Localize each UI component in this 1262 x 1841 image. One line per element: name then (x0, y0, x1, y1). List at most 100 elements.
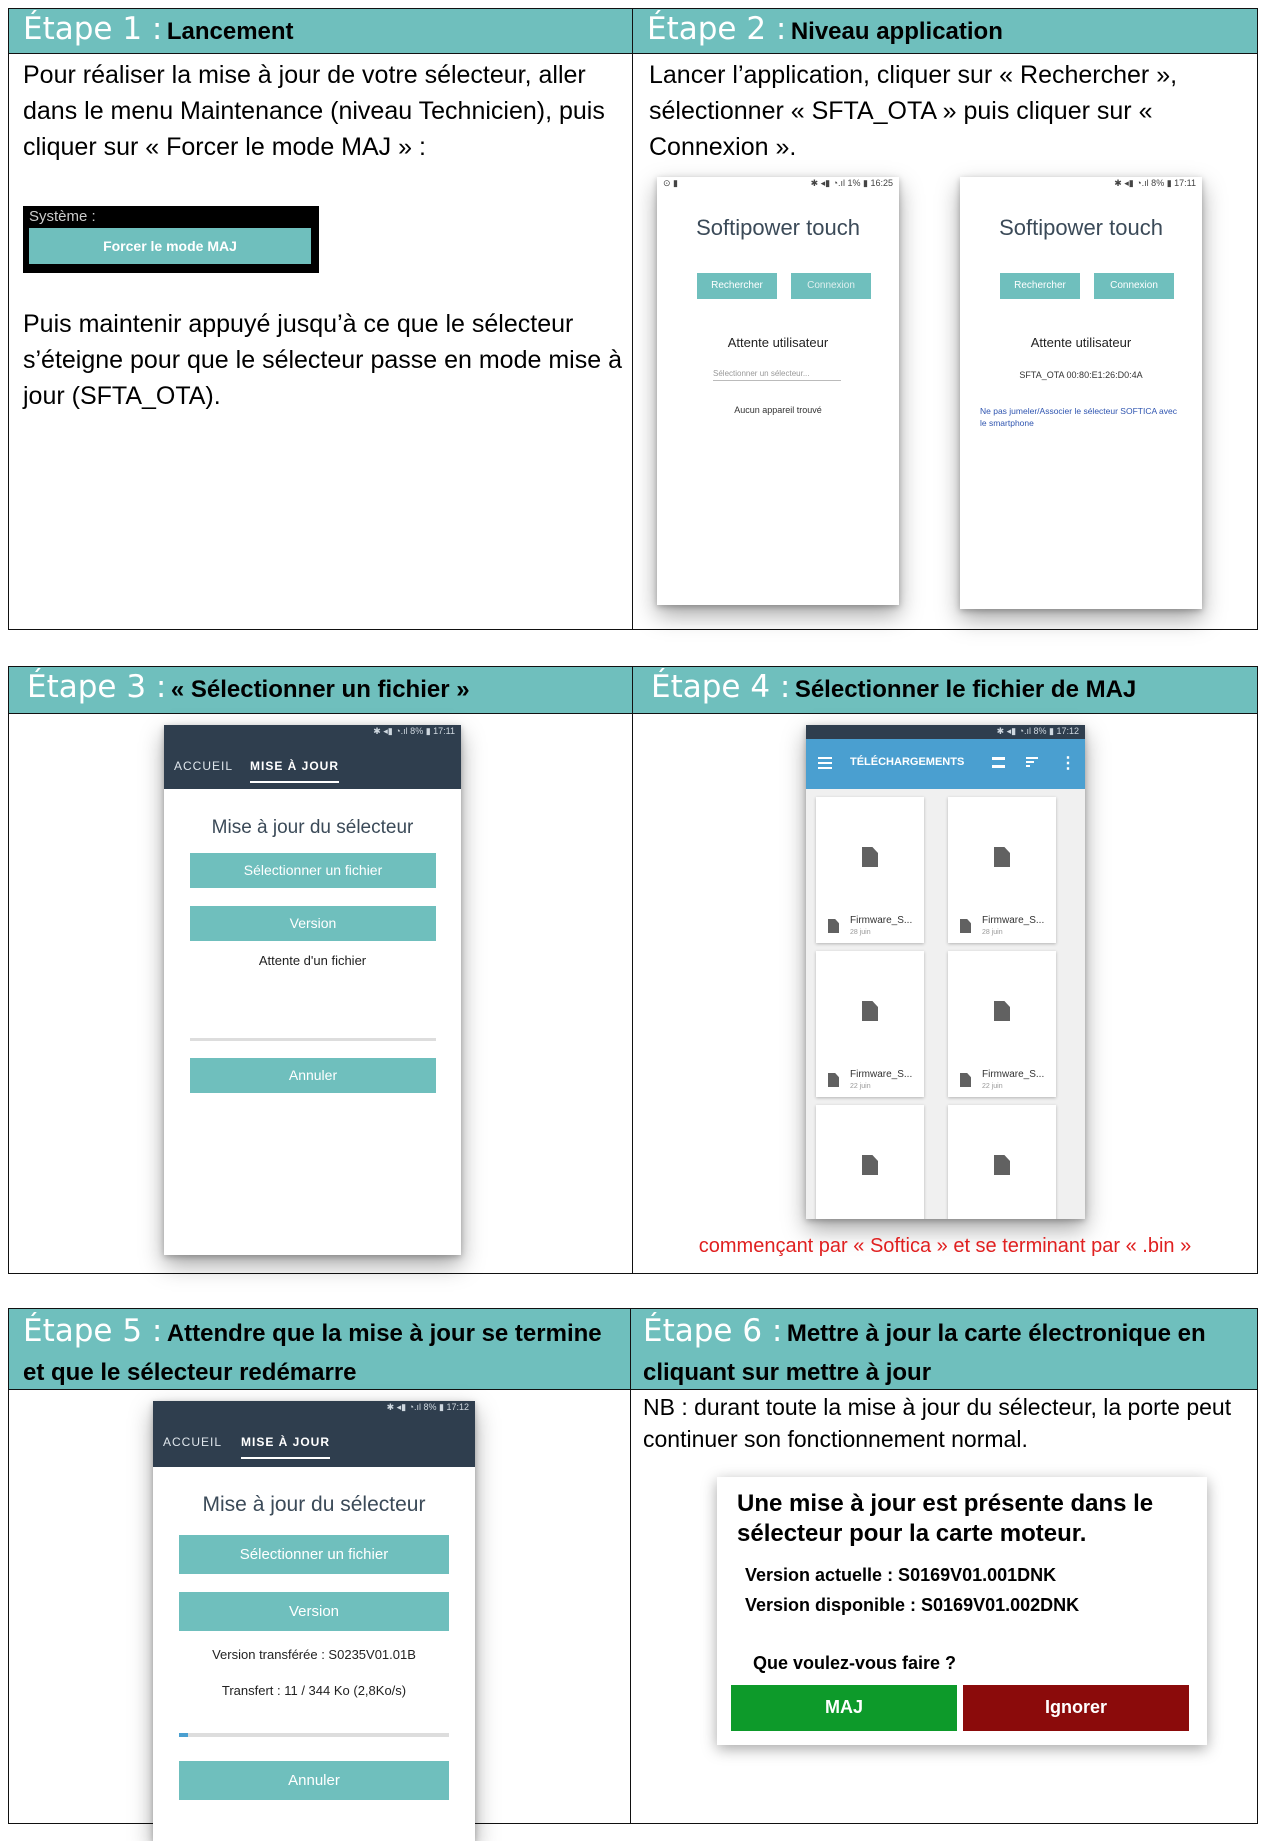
warning-message: Ne pas jumeler/Associer le sélecteur SOF… (980, 406, 1177, 428)
ignore-button[interactable]: Ignorer (963, 1685, 1189, 1731)
tab-update[interactable]: MISE À JOUR (250, 759, 340, 783)
status-bar: ✱ ◂▮ ◔.ıl 1% ▮ 16:25 (810, 178, 893, 188)
file-date: 28 juin (850, 929, 871, 936)
step-number: Étape 6 : (643, 1313, 783, 1349)
file-date: 22 juin (850, 1083, 871, 1090)
step-number: Étape 4 : (651, 669, 791, 705)
status-bar: ✱ ◂▮ ◔.ıl 8% ▮ 17:12 (386, 1402, 469, 1412)
cancel-button[interactable]: Annuler (179, 1761, 449, 1800)
sort-icon[interactable] (1026, 757, 1038, 768)
widget-label: Système : (29, 208, 96, 225)
file-name: Firmware_S... (982, 1069, 1045, 1080)
progress-fill (179, 1733, 188, 1737)
phone-screenshot-select: ✱ ◂▮ ◔.ıl 8% ▮ 17:11 Softipower touch Re… (960, 177, 1202, 609)
file-type-icon (960, 1073, 971, 1087)
step-table-2: Étape 3 : « Sélectionner un fichier » Ét… (8, 666, 1258, 1274)
step-title: Niveau application (790, 18, 1003, 45)
search-button[interactable]: Rechercher (697, 273, 777, 299)
downloads-toolbar: TÉLÉCHARGEMENTS ⋮ (806, 739, 1085, 789)
status-bar: ✱ ◂▮ ◔.ıl 8% ▮ 17:11 (1114, 178, 1196, 188)
version-button[interactable]: Version (190, 906, 436, 941)
transferred-version: Version transférée : S0235V01.01B (212, 1647, 416, 1662)
step-number: Étape 5 : (23, 1313, 163, 1349)
status-bar: ✱ ◂▮ ◔.ıl 8% ▮ 17:11 (373, 726, 455, 736)
file-icon (994, 1155, 1010, 1175)
search-button[interactable]: Rechercher (1000, 273, 1080, 299)
app-title: Softipower touch (696, 215, 860, 240)
app-title: Softipower touch (999, 215, 1163, 240)
device-select[interactable]: Sélectionner un sélecteur... (713, 369, 841, 381)
file-icon (862, 1155, 878, 1175)
step-title: Sélectionner le fichier de MAJ (794, 676, 1137, 703)
status-left-icons: ⊙ ▮ (663, 178, 678, 188)
phone-screenshot-search: ⊙ ▮ ✱ ◂▮ ◔.ıl 1% ▮ 16:25 Softipower touch… (657, 177, 899, 605)
screen-heading: Mise à jour du sélecteur (211, 817, 414, 838)
file-tile[interactable] (948, 1105, 1056, 1219)
instruction-text: Puis maintenir appuyé jusqu’à ce que le … (23, 310, 622, 410)
connect-button[interactable]: Connexion (791, 273, 871, 299)
tab-home[interactable]: ACCUEIL (163, 1435, 222, 1449)
step-number: Étape 2 : (647, 11, 787, 47)
file-icon (862, 847, 878, 867)
grid-view-icon[interactable] (992, 757, 1005, 768)
maj-button[interactable]: MAJ (731, 1685, 957, 1731)
file-icon (994, 1001, 1010, 1021)
file-type-icon (828, 1073, 839, 1087)
step-number: Étape 1 : (23, 11, 163, 47)
file-name: Firmware_S... (850, 1069, 913, 1080)
version-button[interactable]: Version (179, 1592, 449, 1631)
waiting-label: Attente utilisateur (727, 335, 829, 350)
progress-track (179, 1733, 449, 1737)
file-tile[interactable]: Firmware_S... 22 juin (816, 951, 924, 1097)
status-text: Attente d'un fichier (258, 953, 367, 968)
file-tile[interactable]: Firmware_S... 28 juin (948, 797, 1056, 943)
file-date: 22 juin (982, 1083, 1003, 1090)
system-widget: Système : Forcer le mode MAJ (23, 206, 319, 273)
current-version: Version actuelle : S0169V01.001DNK (745, 1565, 1057, 1585)
file-date: 28 juin (982, 929, 1003, 936)
step-number: Étape 3 : (27, 669, 167, 705)
phone-screenshot-transfer: ✱ ◂▮ ◔.ıl 8% ▮ 17:12 ACCUEIL MISE À JOUR… (153, 1401, 475, 1841)
instruction-text: Pour réaliser la mise à jour de votre sé… (23, 61, 605, 161)
transfer-progress-text: Transfert : 11 / 344 Ko (2,8Ko/s) (221, 1683, 407, 1698)
step-title: « Sélectionner un fichier » (170, 676, 470, 703)
progress-track (190, 1038, 436, 1041)
file-name: Firmware_S... (850, 915, 913, 926)
tab-update[interactable]: MISE À JOUR (241, 1435, 331, 1459)
file-tile[interactable] (816, 1105, 924, 1219)
screen-heading: Mise à jour du sélecteur (202, 1493, 426, 1516)
device-select[interactable]: SFTA_OTA 00:80:E1:26:D0:4A (960, 370, 1202, 380)
table-header: Étape 3 : « Sélectionner un fichier » Ét… (9, 667, 1257, 714)
connect-button[interactable]: Connexion (1094, 273, 1174, 299)
menu-icon[interactable] (818, 757, 832, 769)
file-tile[interactable]: Firmware_S... 28 juin (816, 797, 924, 943)
status-bar: ✱ ◂▮ ◔.ıl 8% ▮ 17:12 (996, 726, 1079, 736)
table-header: Étape 1 : Lancement Étape 2 : Niveau app… (9, 9, 1257, 54)
instruction-text: Lancer l’application, cliquer sur « Rech… (649, 61, 1178, 161)
phone-screenshot-downloads: ✱ ◂▮ ◔.ıl 8% ▮ 17:12 TÉLÉCHARGEMENTS ⋮ F… (806, 725, 1085, 1219)
file-icon (994, 847, 1010, 867)
update-dialog: Une mise à jour est présente dans le sél… (717, 1477, 1207, 1745)
available-version: Version disponible : S0169V01.002DNK (745, 1595, 1080, 1615)
dialog-title: Une mise à jour est présente dans le sél… (737, 1490, 1154, 1547)
file-tile[interactable]: Firmware_S... 22 juin (948, 951, 1056, 1097)
file-name-note: commençant par « Softica » et se termina… (698, 1235, 1192, 1257)
tab-home[interactable]: ACCUEIL (174, 759, 233, 773)
cancel-button[interactable]: Annuler (190, 1058, 436, 1093)
status-message: Aucun appareil trouvé (734, 405, 822, 415)
step-table-3: Étape 5 : Attendre que la mise à jour se… (8, 1308, 1258, 1841)
step-table-1: Étape 1 : Lancement Étape 2 : Niveau app… (8, 8, 1258, 630)
dialog-question: Que voulez-vous faire ? (753, 1653, 957, 1673)
select-file-button[interactable]: Sélectionner un fichier (179, 1535, 449, 1574)
toolbar-title: TÉLÉCHARGEMENTS (850, 756, 965, 768)
file-name: Firmware_S... (982, 915, 1045, 926)
select-file-button[interactable]: Sélectionner un fichier (190, 853, 436, 888)
note-text: NB : durant toute la mise à jour du séle… (643, 1394, 1232, 1452)
file-type-icon (960, 919, 971, 933)
waiting-label: Attente utilisateur (1030, 335, 1132, 350)
force-maj-button[interactable]: Forcer le mode MAJ (29, 228, 311, 264)
more-options-icon[interactable]: ⋮ (1060, 753, 1076, 773)
phone-screenshot-update: ✱ ◂▮ ◔.ıl 8% ▮ 17:11 ACCUEIL MISE À JOUR… (164, 725, 461, 1255)
file-icon (862, 1001, 878, 1021)
table-header: Étape 5 : Attendre que la mise à jour se… (9, 1309, 1257, 1390)
